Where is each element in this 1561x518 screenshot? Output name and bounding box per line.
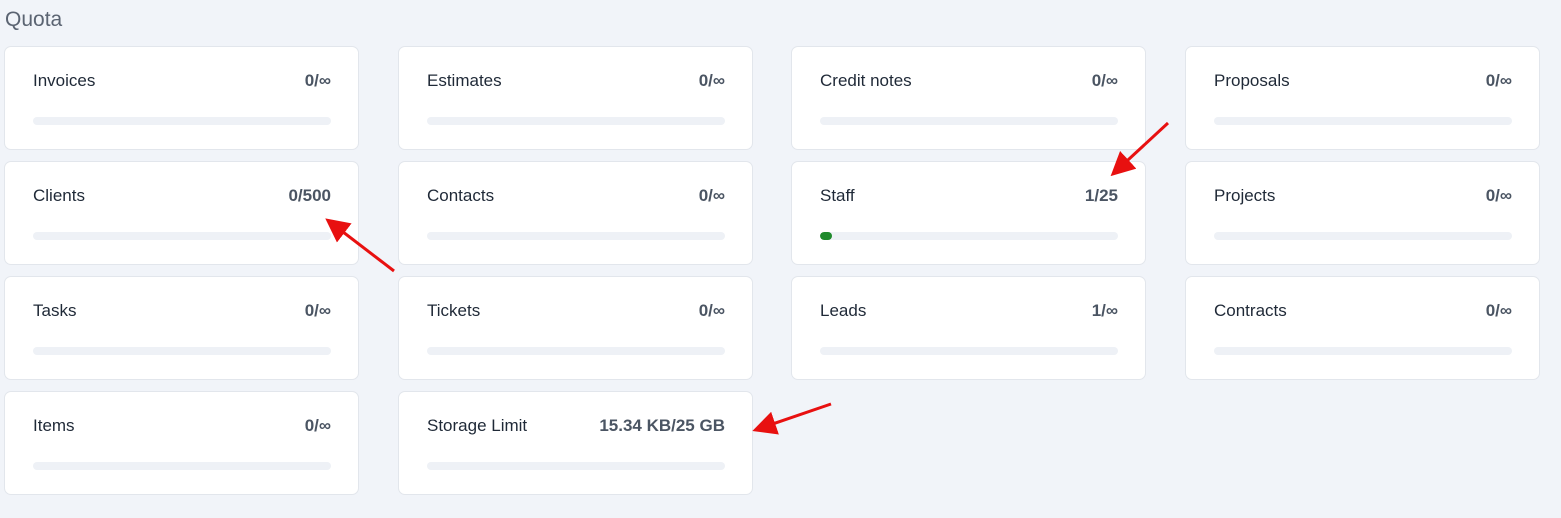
quota-value: 0/∞ <box>1091 71 1118 90</box>
quota-value: 0/∞ <box>698 301 725 320</box>
progress-bar <box>1214 347 1512 355</box>
quota-label: Projects <box>1214 186 1276 205</box>
progress-bar <box>1214 232 1512 240</box>
progress-bar <box>820 232 1118 240</box>
quota-value: 1/25 <box>1084 186 1118 205</box>
quota-value: 0/∞ <box>698 186 725 205</box>
quota-card-tasks: Tasks 0/∞ <box>4 276 359 380</box>
quota-page: Quota Invoices 0/∞ Estimates 0/∞ Credit … <box>0 0 1561 518</box>
quota-card-projects: Projects 0/∞ <box>1185 161 1540 265</box>
progress-bar <box>427 232 725 240</box>
quota-label: Credit notes <box>820 71 912 90</box>
quota-label: Items <box>33 416 75 435</box>
progress-bar <box>33 462 331 470</box>
quota-label: Clients <box>33 186 85 205</box>
quota-label: Proposals <box>1214 71 1290 90</box>
quota-value: 0/∞ <box>304 416 331 435</box>
quota-value: 1/∞ <box>1091 301 1118 320</box>
quota-value: 15.34 KB/25 GB <box>599 416 725 435</box>
progress-bar <box>1214 117 1512 125</box>
progress-bar <box>427 347 725 355</box>
progress-bar <box>820 117 1118 125</box>
quota-card-credit-notes: Credit notes 0/∞ <box>791 46 1146 150</box>
quota-value: 0/∞ <box>1485 301 1512 320</box>
quota-label: Leads <box>820 301 867 320</box>
quota-value: 0/∞ <box>304 301 331 320</box>
progress-bar <box>427 117 725 125</box>
progress-bar <box>33 232 331 240</box>
quota-card-tickets: Tickets 0/∞ <box>398 276 753 380</box>
quota-label: Staff <box>820 186 855 205</box>
quota-value: 0/∞ <box>698 71 725 90</box>
progress-bar <box>820 347 1118 355</box>
quota-card-storage-limit: Storage Limit 15.34 KB/25 GB <box>398 391 753 495</box>
quota-label: Tasks <box>33 301 77 320</box>
progress-bar <box>33 117 331 125</box>
quota-card-clients: Clients 0/500 <box>4 161 359 265</box>
quota-label: Invoices <box>33 71 96 90</box>
quota-value: 0/500 <box>288 186 331 205</box>
quota-card-leads: Leads 1/∞ <box>791 276 1146 380</box>
quota-card-contracts: Contracts 0/∞ <box>1185 276 1540 380</box>
quota-label: Tickets <box>427 301 481 320</box>
quota-label: Estimates <box>427 71 502 90</box>
progress-fill <box>820 232 832 240</box>
quota-card-contacts: Contacts 0/∞ <box>398 161 753 265</box>
red-arrow-icon <box>752 402 832 435</box>
quota-value: 0/∞ <box>1485 186 1512 205</box>
quota-card-invoices: Invoices 0/∞ <box>4 46 359 150</box>
quota-value: 0/∞ <box>304 71 331 90</box>
quota-label: Contracts <box>1214 301 1287 320</box>
quota-card-staff: Staff 1/25 <box>791 161 1146 265</box>
quota-label: Storage Limit <box>427 416 528 435</box>
progress-bar <box>427 462 725 470</box>
quota-value: 0/∞ <box>1485 71 1512 90</box>
quota-label: Contacts <box>427 186 495 205</box>
progress-bar <box>33 347 331 355</box>
quota-card-proposals: Proposals 0/∞ <box>1185 46 1540 150</box>
quota-card-estimates: Estimates 0/∞ <box>398 46 753 150</box>
quota-card-items: Items 0/∞ <box>4 391 359 495</box>
page-title: Quota <box>5 8 63 31</box>
